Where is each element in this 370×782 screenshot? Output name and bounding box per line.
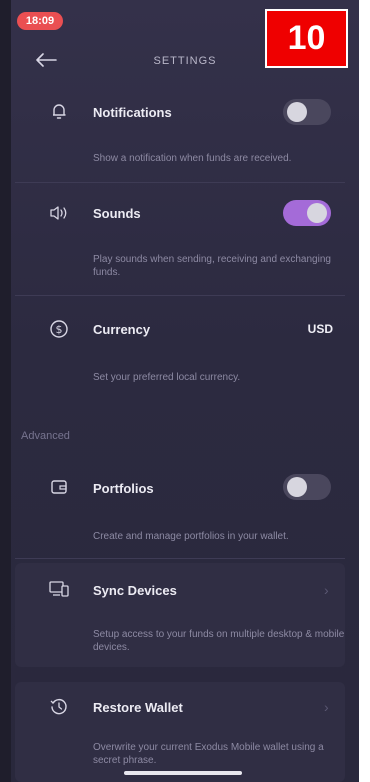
currency-value[interactable]: USD [308,322,333,336]
portfolios-label: Portfolios [93,481,154,496]
divider [15,182,345,183]
restore-wallet-label: Restore Wallet [93,700,183,715]
wallet-icon [48,476,70,498]
step-number-badge: 10 [265,9,348,68]
sounds-label: Sounds [93,206,141,221]
toggle-knob [287,102,307,122]
currency-label: Currency [93,322,151,337]
advanced-section-label: Advanced [21,430,70,442]
status-time: 18:09 [17,12,63,30]
chevron-right-icon: › [324,582,329,598]
restore-icon [48,696,70,718]
notifications-toggle[interactable] [283,99,331,125]
chevron-right-icon: › [324,699,329,715]
portfolios-description: Create and manage portfolios in your wal… [93,531,289,542]
home-indicator[interactable] [124,771,242,775]
sounds-description: Play sounds when sending, receiving and … [93,254,331,278]
devices-icon [48,578,70,600]
portfolios-toggle[interactable] [283,474,331,500]
currency-description: Set your preferred local currency. [93,372,241,383]
sync-devices-label: Sync Devices [93,583,177,598]
sync-devices-description: Setup access to your funds on multiple d… [93,629,345,653]
phone-screen: 18:09 SETTINGS Notifications Show a noti… [11,0,359,782]
step-number: 10 [287,19,326,57]
divider [15,558,345,559]
left-edge [0,0,11,782]
toggle-knob [307,203,327,223]
dollar-circle-icon: $ [48,318,70,340]
restore-wallet-description: Overwrite your current Exodus Mobile wal… [93,742,324,766]
svg-text:$: $ [56,323,63,336]
bell-icon [48,100,70,122]
divider [15,295,345,296]
sounds-toggle[interactable] [283,200,331,226]
speaker-icon [48,202,70,224]
notifications-label: Notifications [93,105,172,120]
toggle-knob [287,477,307,497]
notifications-description: Show a notification when funds are recei… [93,153,292,164]
